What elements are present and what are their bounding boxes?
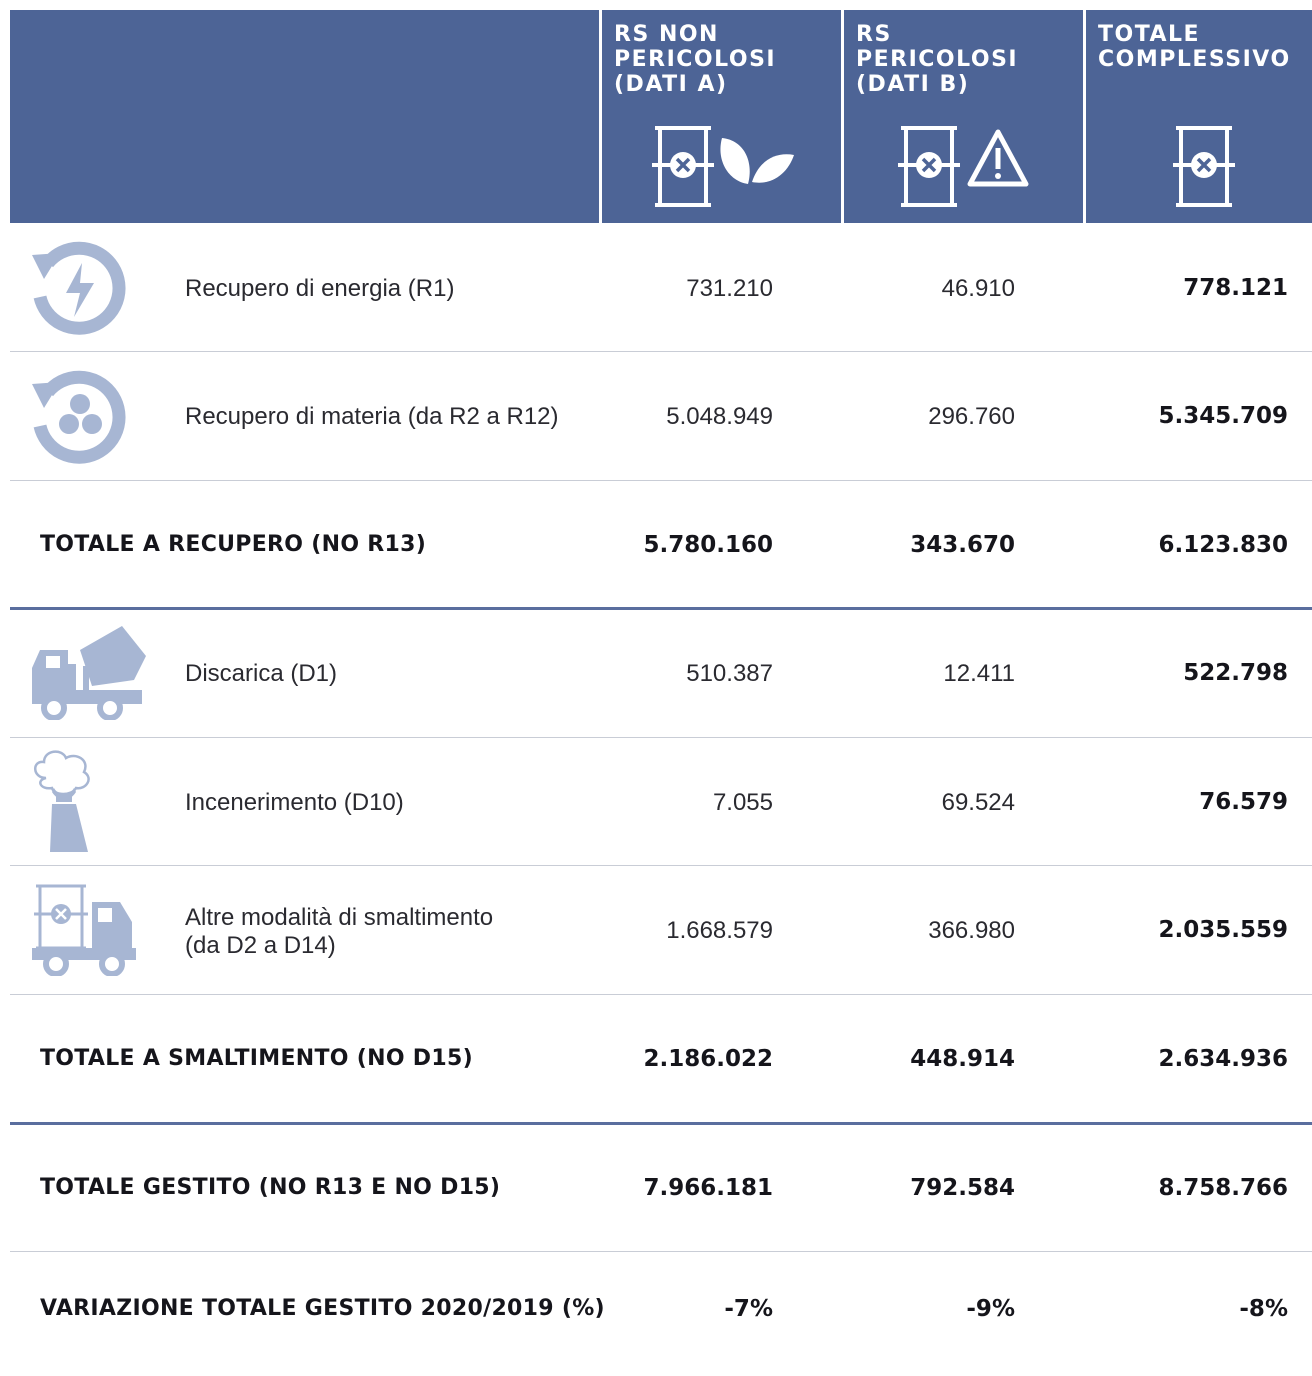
row-label: Discarica (D1): [185, 660, 338, 687]
header-col-total: TOTALE COMPLESSIVO: [1083, 10, 1312, 223]
cell-hazardous: 792.584: [910, 1175, 1015, 1201]
cell-hazardous: 366.980: [928, 917, 1015, 944]
cell-non-hazardous: -7%: [724, 1296, 773, 1322]
section-divider: [10, 1122, 1312, 1125]
row-divider: [10, 480, 1312, 481]
row-label: Recupero di energia (R1): [185, 275, 455, 302]
cell-non-hazardous: 5.780.160: [643, 532, 774, 558]
row-divider: [10, 737, 1312, 738]
material-recovery-icon: [32, 370, 126, 464]
cell-non-hazardous: 731.210: [686, 275, 773, 302]
header-col-non-hazardous: RS NON PERICOLOSI (DATI A): [599, 10, 842, 223]
cell-non-hazardous: 2.186.022: [643, 1046, 774, 1072]
barrel-leaf-icon: [652, 126, 794, 207]
cell-total: 522.798: [1183, 660, 1288, 686]
cell-total: 2.035.559: [1158, 917, 1289, 943]
row-divider: [10, 994, 1312, 995]
energy-recovery-icon: [32, 241, 126, 335]
row-label: Incenerimento (D10): [185, 789, 404, 816]
cell-hazardous: 296.760: [928, 403, 1015, 430]
row-divider: [10, 865, 1312, 866]
cell-total: 76.579: [1199, 789, 1288, 815]
header-col-hazardous: RS PERICOLOSI (DATI B): [841, 10, 1084, 223]
cell-hazardous: 343.670: [910, 532, 1015, 558]
cell-non-hazardous: 510.387: [686, 660, 773, 687]
barrel-warning-icon: [898, 126, 1029, 207]
barrel-truck-icon: [32, 884, 136, 976]
total-label: TOTALE A SMALTIMENTO (NO D15): [40, 1046, 473, 1071]
cell-total: 5.345.709: [1158, 403, 1289, 429]
barrel-icon: [1173, 126, 1235, 207]
landfill-truck-icon: [32, 626, 146, 720]
cell-hazardous: -9%: [966, 1296, 1015, 1322]
cell-total: 778.121: [1183, 275, 1288, 301]
cell-non-hazardous: 5.048.949: [666, 403, 773, 430]
cell-non-hazardous: 1.668.579: [666, 917, 773, 944]
cell-total: 8.758.766: [1158, 1175, 1289, 1201]
row-divider: [10, 351, 1312, 352]
cell-hazardous: 448.914: [910, 1046, 1015, 1072]
cell-total: 6.123.830: [1158, 532, 1289, 558]
section-divider: [10, 607, 1312, 610]
cell-hazardous: 12.411: [943, 660, 1015, 687]
row-label: Altre modalità di smaltimento (da D2 a D…: [185, 904, 494, 959]
total-label: VARIAZIONE TOTALE GESTITO 2020/2019 (%): [40, 1296, 605, 1321]
cell-hazardous: 46.910: [941, 275, 1015, 302]
incinerator-icon: [34, 750, 90, 852]
cell-total: -8%: [1239, 1296, 1288, 1322]
cell-non-hazardous: 7.966.181: [643, 1175, 774, 1201]
total-label: TOTALE GESTITO (NO R13 E NO D15): [40, 1175, 501, 1200]
cell-non-hazardous: 7.055: [712, 789, 773, 816]
row-label: Recupero di materia (da R2 a R12): [185, 403, 559, 430]
row-divider: [10, 1251, 1312, 1252]
table-header: RS NON PERICOLOSI (DATI A) RS PERICOLOSI…: [10, 10, 1312, 223]
header-col-hazardous-title: RS PERICOLOSI (DATI B): [856, 22, 1019, 97]
header-col-total-title: TOTALE COMPLESSIVO: [1098, 22, 1291, 72]
header-col-non-hazardous-title: RS NON PERICOLOSI (DATI A): [614, 22, 777, 97]
total-label: TOTALE A RECUPERO (NO R13): [40, 532, 427, 557]
cell-total: 2.634.936: [1158, 1046, 1289, 1072]
cell-hazardous: 69.524: [941, 789, 1015, 816]
